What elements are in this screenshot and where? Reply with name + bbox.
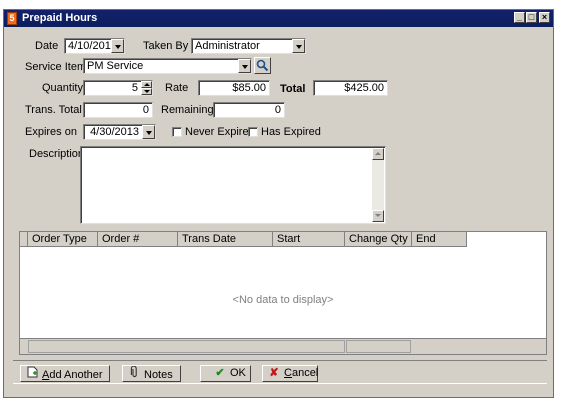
minimize-button[interactable]: _ bbox=[514, 12, 525, 23]
rate-field[interactable]: $85.00 bbox=[198, 80, 270, 96]
paperclip-icon bbox=[127, 365, 141, 383]
taken-by-label: Taken By bbox=[143, 40, 189, 52]
quantity-spin-buttons[interactable] bbox=[141, 81, 152, 95]
service-item-search-button[interactable] bbox=[254, 57, 271, 74]
grid-footer-cell bbox=[28, 340, 345, 353]
column-header-trans-date[interactable]: Trans Date bbox=[178, 232, 273, 247]
description-label: Description bbox=[29, 148, 85, 160]
expires-on-dropdown-button[interactable] bbox=[142, 125, 155, 139]
grid-row-indicator-header bbox=[20, 232, 28, 247]
title-bar[interactable]: 5 Prepaid Hours _ □ × bbox=[4, 10, 553, 27]
expires-on-label: Expires on bbox=[25, 126, 77, 138]
grid-footer bbox=[20, 338, 546, 354]
cancel-mnemonic: C bbox=[284, 367, 292, 379]
cancel-x-icon: ✘ bbox=[269, 367, 279, 379]
scroll-down-icon[interactable] bbox=[372, 210, 384, 222]
column-header-order-type[interactable]: Order Type bbox=[28, 232, 98, 247]
rate-label: Rate bbox=[165, 82, 189, 94]
taken-by-value: Administrator bbox=[195, 40, 260, 52]
grid-header: Order Type Order # Trans Date Start Chan… bbox=[20, 232, 546, 247]
date-picker[interactable]: 4/10/2013 bbox=[64, 38, 125, 54]
rate-value: $85.00 bbox=[232, 82, 266, 94]
add-document-icon bbox=[25, 366, 39, 383]
date-dropdown-button[interactable] bbox=[111, 39, 124, 53]
trans-total-value: 0 bbox=[142, 104, 149, 116]
grid-empty-message: <No data to display> bbox=[232, 294, 334, 306]
never-expire-label: Never Expire bbox=[185, 126, 249, 138]
remaining-field[interactable]: 0 bbox=[213, 102, 285, 118]
date-label: Date bbox=[35, 40, 59, 52]
service-item-select[interactable]: PM Service bbox=[83, 58, 252, 74]
scroll-up-icon[interactable] bbox=[372, 148, 384, 160]
ok-label: OK bbox=[230, 367, 246, 379]
transactions-grid[interactable]: Order Type Order # Trans Date Start Chan… bbox=[19, 231, 547, 355]
taken-by-select[interactable]: Administrator bbox=[191, 38, 306, 54]
taken-by-dropdown-button[interactable] bbox=[292, 39, 305, 53]
window-title: Prepaid Hours bbox=[22, 12, 98, 24]
grid-footer-change-qty-cell bbox=[346, 340, 411, 353]
service-item-label: Service Item bbox=[25, 61, 87, 73]
add-another-label: dd Another bbox=[49, 369, 103, 381]
column-header-change-qty[interactable]: Change Qty bbox=[345, 232, 412, 247]
description-scrollbar[interactable] bbox=[372, 148, 384, 222]
cancel-button[interactable]: ✘ Cancel bbox=[262, 365, 318, 382]
maximize-button[interactable]: □ bbox=[526, 12, 537, 23]
service-item-value: PM Service bbox=[87, 60, 144, 72]
remaining-label: Remaining bbox=[161, 104, 214, 116]
has-expired-label: Has Expired bbox=[261, 126, 321, 138]
magnifier-icon bbox=[256, 59, 269, 72]
add-another-button[interactable]: Add Another bbox=[20, 365, 110, 382]
ok-button[interactable]: ✔ OK bbox=[200, 365, 251, 382]
checkmark-icon: ✔ bbox=[215, 367, 225, 379]
total-value: $425.00 bbox=[344, 82, 384, 94]
column-header-order-number[interactable]: Order # bbox=[98, 232, 178, 247]
trans-total-label: Trans. Total bbox=[25, 104, 82, 116]
button-bar: Add Another Notes ✔ OK ✘ Cancel bbox=[13, 360, 547, 384]
has-expired-checkbox[interactable] bbox=[248, 127, 258, 137]
notes-label: Notes bbox=[144, 369, 173, 381]
spin-down-icon[interactable] bbox=[141, 88, 152, 95]
date-value: 4/10/2013 bbox=[68, 40, 117, 52]
never-expire-checkbox[interactable] bbox=[172, 127, 182, 137]
remaining-value: 0 bbox=[274, 104, 281, 116]
trans-total-field[interactable]: 0 bbox=[83, 102, 153, 118]
expires-on-value: 4/30/2013 bbox=[90, 126, 139, 138]
notes-button[interactable]: Notes bbox=[122, 365, 181, 382]
quantity-label: Quantity bbox=[42, 82, 83, 94]
quantity-value: 5 bbox=[131, 82, 138, 94]
description-textarea[interactable] bbox=[80, 146, 386, 224]
service-item-dropdown-button[interactable] bbox=[238, 59, 251, 73]
column-header-end[interactable]: End bbox=[412, 232, 467, 247]
column-header-start[interactable]: Start bbox=[273, 232, 345, 247]
quantity-stepper[interactable]: 5 bbox=[83, 80, 153, 96]
total-label: Total bbox=[280, 83, 306, 95]
expires-on-picker[interactable]: 4/30/2013 bbox=[83, 124, 156, 140]
app-logo-icon: 5 bbox=[7, 12, 17, 25]
cancel-label: ancel bbox=[291, 367, 319, 379]
prepaid-hours-window: 5 Prepaid Hours _ □ × Date 4/10/2013 Tak… bbox=[3, 9, 554, 398]
total-field[interactable]: $425.00 bbox=[313, 80, 388, 96]
close-button[interactable]: × bbox=[539, 12, 550, 23]
spin-up-icon[interactable] bbox=[141, 81, 152, 88]
